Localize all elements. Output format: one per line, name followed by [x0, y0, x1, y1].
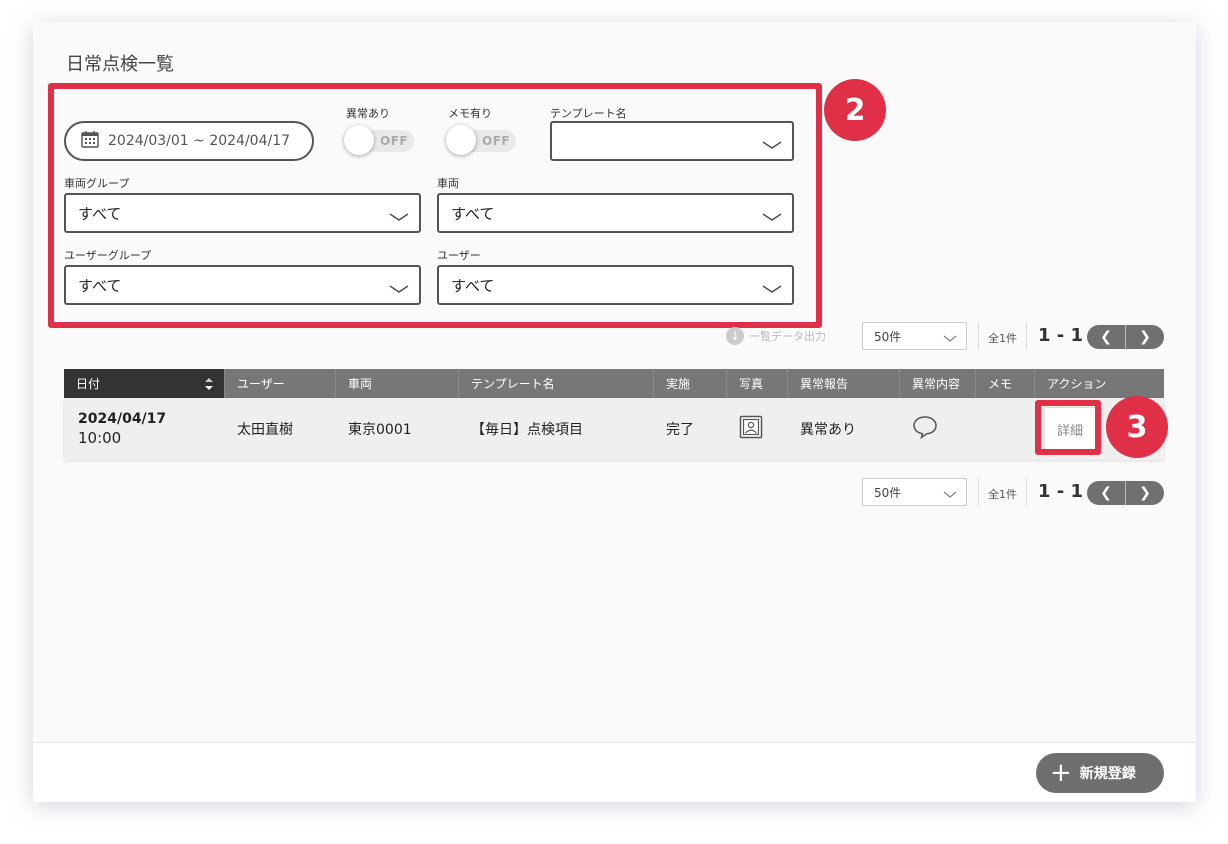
column-header-date[interactable]: 日付 [64, 369, 225, 398]
new-registration-label: 新規登録 [1079, 766, 1136, 782]
cell-template: 【毎日】点検項目 [471, 422, 583, 438]
chevron-down-icon [943, 332, 957, 346]
vehicle-value: すべて [451, 204, 495, 223]
row-date: 2024/04/17 [78, 411, 167, 427]
per-page-select-top[interactable]: 50件 [862, 322, 967, 350]
prev-page-button[interactable]: ❮ [1087, 481, 1125, 505]
date-range-value: 2024/03/01 ~ 2024/04/17 [108, 133, 291, 149]
page-title: 日常点検一覧 [66, 54, 174, 75]
chevron-down-icon [762, 280, 782, 298]
speech-bubble-icon[interactable] [912, 415, 938, 443]
annotation-badge-3: 3 [1106, 396, 1168, 458]
column-header-photo: 写真 [727, 369, 788, 398]
memo-toggle-knob [446, 125, 476, 155]
memo-toggle-state: OFF [482, 134, 511, 148]
template-select[interactable] [550, 121, 794, 161]
detail-highlight-box [1035, 400, 1101, 455]
divider [1026, 322, 1027, 350]
memo-toggle[interactable]: OFF [446, 124, 518, 156]
calendar-icon [80, 129, 100, 153]
anomaly-toggle-knob [344, 125, 374, 155]
footer-bar [33, 743, 1196, 802]
column-header-user: ユーザー [225, 369, 336, 398]
column-header-memo: メモ [976, 369, 1035, 398]
vehicle-select[interactable]: すべて [437, 193, 794, 233]
photo-icon[interactable] [739, 415, 763, 443]
cell-memo [976, 398, 1035, 460]
total-count: 全1件 [988, 488, 1017, 501]
pager-bottom: ❮ ❯ [1087, 481, 1164, 505]
chevron-down-icon [943, 488, 957, 502]
row-time: 10:00 [78, 429, 122, 447]
user-group-select[interactable]: すべて [64, 265, 421, 305]
memo-toggle-label: メモ有り [448, 107, 492, 120]
cell-status: 完了 [666, 422, 694, 438]
new-registration-button[interactable]: + 新規登録 [1036, 753, 1164, 793]
sort-icon [204, 377, 214, 394]
table-header: 日付 ユーザー 車両 テンプレート名 実施 写真 異常報告 異常内容 メモ アク… [64, 369, 1164, 398]
template-select-label: テンプレート名 [550, 107, 627, 120]
column-header-anomaly-report: 異常報告 [788, 369, 900, 398]
divider [978, 478, 979, 506]
total-count: 全1件 [988, 332, 1017, 345]
table-row: 2024/04/17 10:00 太田直樹 東京0001 【毎日】点検項目 完了… [64, 398, 1164, 460]
next-page-button[interactable]: ❯ [1125, 481, 1164, 505]
download-icon: ↓ [726, 327, 744, 345]
export-label: 一覧データ出力 [749, 330, 826, 343]
per-page-value: 50件 [874, 485, 902, 500]
anomaly-toggle[interactable]: OFF [344, 124, 416, 156]
divider [978, 322, 979, 350]
cell-anomaly-report: 異常あり [800, 422, 856, 438]
vehicle-label: 車両 [437, 177, 459, 190]
cell-date: 2024/04/17 10:00 [64, 398, 225, 460]
cell-vehicle: 東京0001 [348, 422, 412, 438]
chevron-down-icon [762, 208, 782, 226]
per-page-select-bottom[interactable]: 50件 [862, 478, 967, 506]
user-value: すべて [451, 276, 495, 295]
user-group-label: ユーザーグループ [64, 249, 152, 262]
cell-photo [727, 398, 788, 460]
anomaly-toggle-state: OFF [380, 134, 409, 148]
per-page-value: 50件 [874, 329, 902, 344]
plus-icon: + [1050, 758, 1072, 788]
user-group-value: すべて [78, 276, 122, 295]
pager-top: ❮ ❯ [1087, 325, 1164, 349]
chevron-down-icon [389, 280, 409, 298]
vehicle-group-value: すべて [78, 204, 122, 223]
user-select[interactable]: すべて [437, 265, 794, 305]
divider [1026, 478, 1027, 506]
prev-page-button[interactable]: ❮ [1087, 325, 1125, 349]
anomaly-toggle-label: 異常あり [346, 107, 390, 120]
inspection-table: 日付 ユーザー 車両 テンプレート名 実施 写真 異常報告 異常内容 メモ アク… [64, 369, 1164, 460]
user-label: ユーザー [437, 249, 481, 262]
export-button[interactable]: ↓ 一覧データ出力 [726, 327, 826, 345]
column-header-template: テンプレート名 [459, 369, 654, 398]
date-range-picker[interactable]: 2024/03/01 ~ 2024/04/17 [64, 121, 314, 161]
cell-user: 太田直樹 [237, 422, 293, 438]
column-header-vehicle: 車両 [336, 369, 459, 398]
cell-anomaly-detail [900, 398, 976, 460]
next-page-button[interactable]: ❯ [1125, 325, 1164, 349]
column-header-status: 実施 [654, 369, 727, 398]
annotation-badge-2: 2 [824, 79, 886, 141]
app-window: 日常点検一覧 2 2024/03/01 ~ 2024/04/17 異常あり OF… [33, 22, 1196, 802]
vehicle-group-select[interactable]: すべて [64, 193, 421, 233]
chevron-down-icon [389, 208, 409, 226]
chevron-down-icon [762, 136, 782, 154]
column-header-action: アクション [1047, 377, 1107, 391]
page-range: 1 - 1 [1038, 325, 1084, 346]
page-range: 1 - 1 [1038, 481, 1084, 502]
column-header-anomaly-detail: 異常内容 [900, 369, 976, 398]
vehicle-group-label: 車両グループ [64, 177, 130, 190]
